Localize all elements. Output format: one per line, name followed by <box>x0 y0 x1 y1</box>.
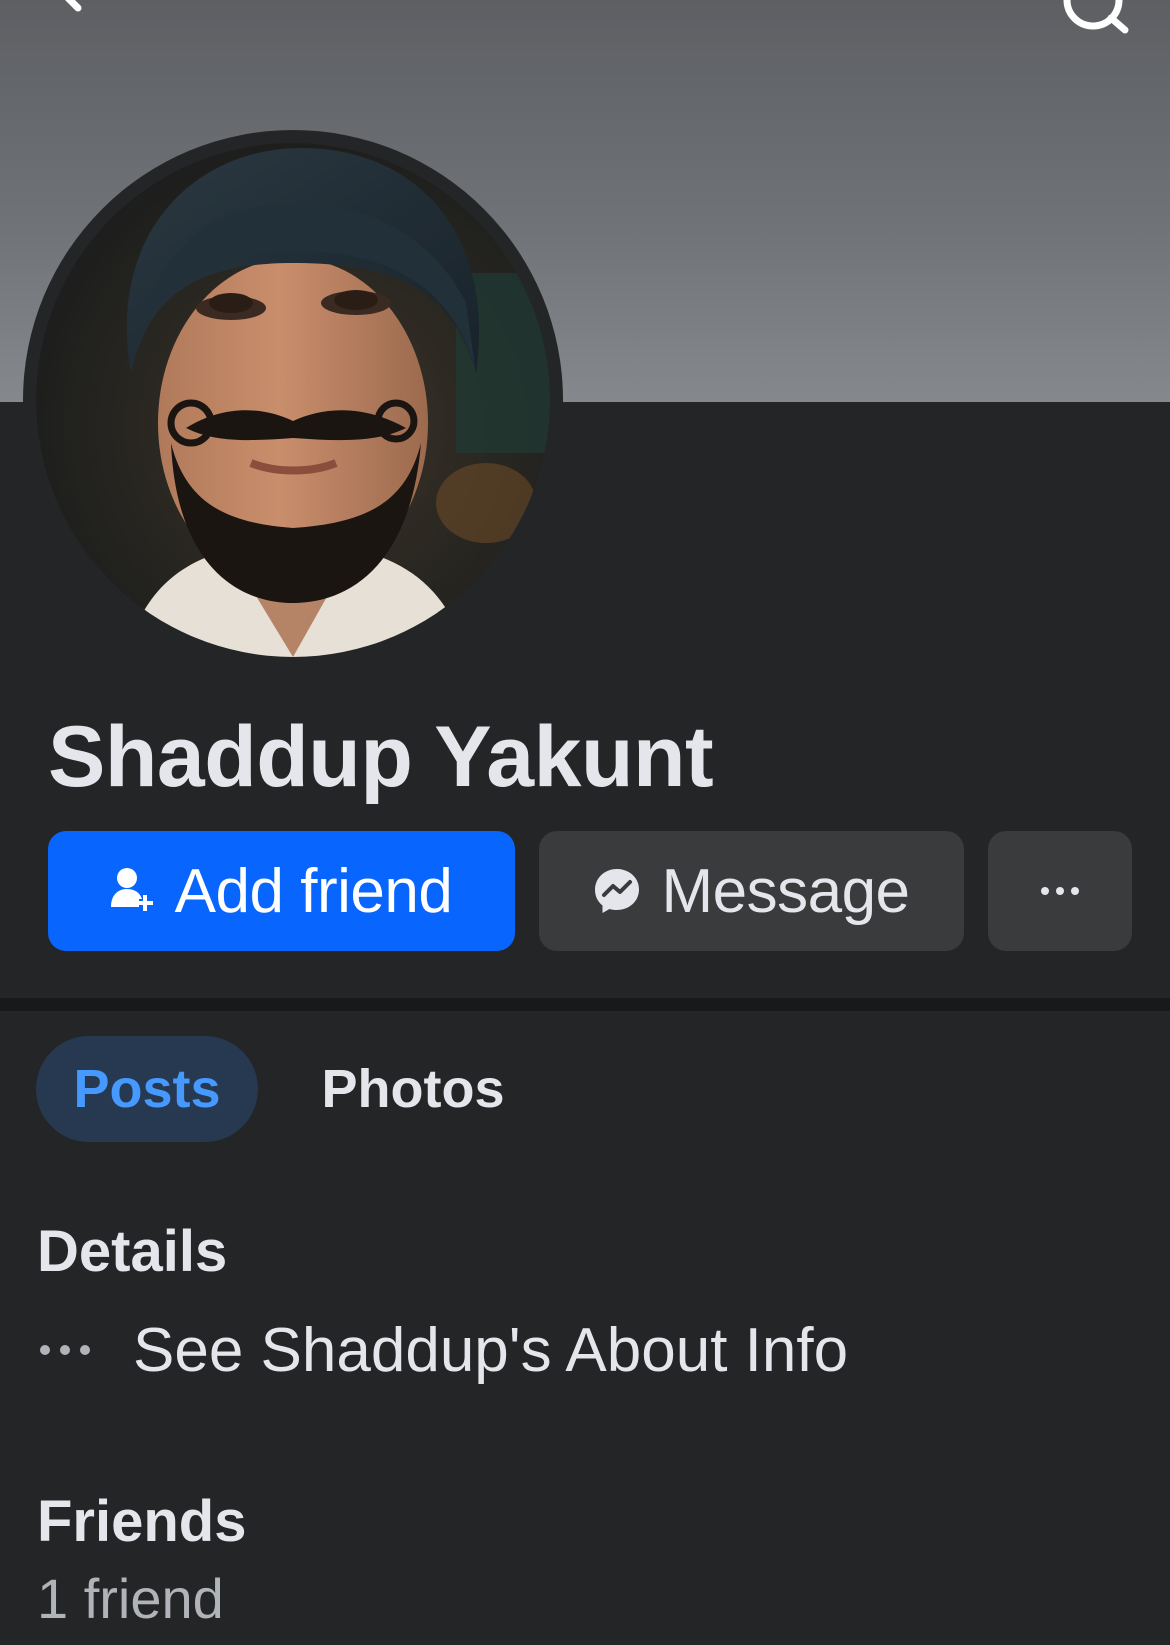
profile-name: Shaddup Yakunt <box>48 709 714 805</box>
message-label: Message <box>661 856 910 926</box>
add-friend-label: Add friend <box>174 856 453 926</box>
message-button[interactable]: Message <box>539 831 964 951</box>
search-icon <box>1063 0 1129 34</box>
more-options-button[interactable] <box>988 831 1132 951</box>
add-friend-button[interactable]: Add friend <box>48 831 515 951</box>
about-info-label: See Shaddup's About Info <box>133 1315 849 1385</box>
more-dots-icon <box>40 1345 90 1355</box>
details-heading: Details <box>37 1219 228 1284</box>
friends-heading: Friends <box>37 1489 247 1554</box>
see-about-info-link[interactable]: See Shaddup's About Info <box>37 1310 848 1390</box>
messenger-icon <box>595 869 640 913</box>
avatar[interactable] <box>36 143 550 657</box>
back-button[interactable] <box>40 0 100 40</box>
tab-posts[interactable]: Posts <box>36 1036 258 1142</box>
profile-photo <box>36 143 550 657</box>
search-button[interactable] <box>1055 0 1135 50</box>
add-person-icon <box>110 868 153 911</box>
more-horizontal-icon <box>1041 887 1079 895</box>
section-divider <box>0 998 1170 1011</box>
tab-photos[interactable]: Photos <box>300 1036 526 1142</box>
chevron-left-icon <box>65 0 82 12</box>
friends-count[interactable]: 1 friend <box>37 1566 224 1631</box>
